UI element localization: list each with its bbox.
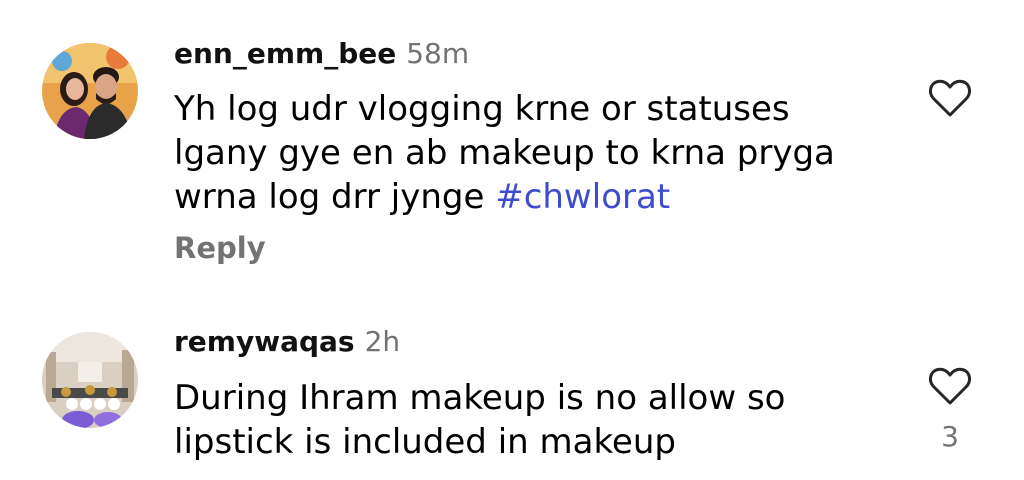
timestamp: 2h: [364, 325, 401, 358]
like-button[interactable]: [928, 366, 972, 406]
comment-text-line: During Ihram makeup is no allow so: [174, 378, 786, 418]
comment-text: During Ihram makeup is no allow so lipst…: [174, 376, 874, 464]
username[interactable]: enn_emm_bee: [174, 37, 396, 70]
heart-outline-icon: [929, 79, 971, 117]
comment-text-line: Yh log udr vlogging krne or statuses: [174, 89, 790, 129]
comment-header: remywaqas 2h: [174, 324, 400, 360]
username[interactable]: remywaqas: [174, 325, 355, 358]
comment-text-line: lgany gye en ab makeup to krna pryga: [174, 133, 835, 173]
avatar-image: [42, 43, 138, 139]
reply-button[interactable]: Reply: [174, 230, 266, 266]
comment-header: enn_emm_bee 58m: [174, 36, 469, 72]
comment-text: Yh log udr vlogging krne or statuses lga…: [174, 87, 874, 219]
comment-text-line: wrna log drr jynge #chwlorat: [174, 175, 874, 219]
comment-text-segment: wrna log drr jynge: [174, 177, 496, 217]
comment-text-line: lipstick is included in makeup: [174, 422, 676, 462]
like-button[interactable]: [928, 78, 972, 118]
avatar[interactable]: [42, 332, 138, 428]
avatar[interactable]: [42, 43, 138, 139]
comment-item: remywaqas 2h During Ihram makeup is no al…: [0, 290, 1024, 480]
heart-outline-icon: [929, 367, 971, 405]
timestamp: 58m: [406, 37, 470, 70]
comment-item: enn_emm_bee 58m Yh log udr vlogging krne …: [0, 0, 1024, 290]
like-count[interactable]: 3: [928, 420, 972, 454]
avatar-image: [42, 332, 138, 428]
hashtag-link[interactable]: #chwlorat: [495, 177, 670, 217]
